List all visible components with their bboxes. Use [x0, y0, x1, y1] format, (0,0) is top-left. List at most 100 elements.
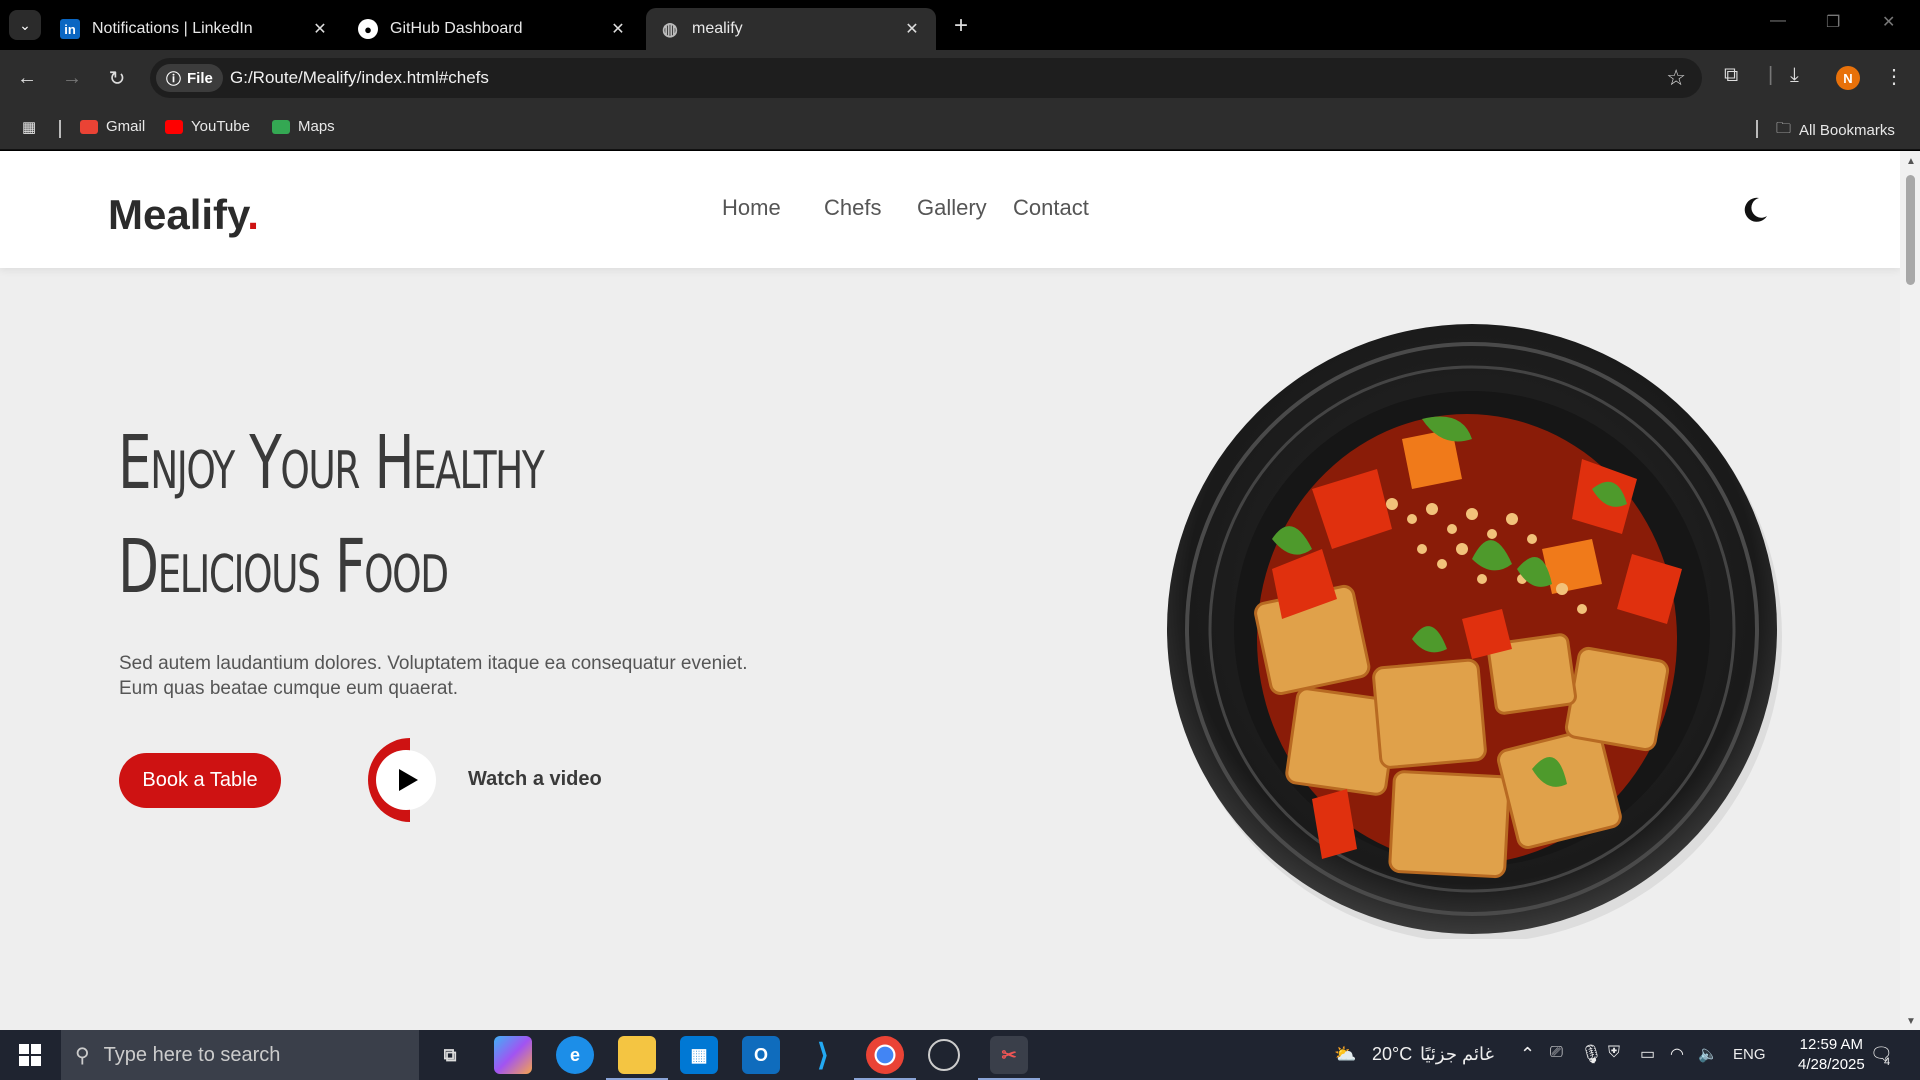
weather-icon[interactable]: ⛅: [1334, 1044, 1356, 1065]
hero-desc-line2: Eum quas beatae cumque eum quaerat.: [119, 678, 459, 699]
bookmark-label: Maps: [298, 118, 335, 135]
forward-button[interactable]: →: [58, 64, 86, 92]
weather-text[interactable]: غائم جزئيًا: [1420, 1044, 1494, 1065]
minimize-icon[interactable]: —: [1770, 12, 1786, 30]
logo-dot: .: [247, 191, 259, 238]
task-view-icon[interactable]: ⧉: [431, 1036, 469, 1074]
logo-text: Mealify: [108, 191, 248, 238]
clock-date: 4/28/2025: [1798, 1056, 1865, 1073]
chevron-up-icon[interactable]: ⌃: [1520, 1044, 1535, 1065]
close-icon[interactable]: ✕: [608, 19, 628, 39]
notification-count: 4: [1884, 1056, 1891, 1068]
store-icon[interactable]: ▦: [680, 1036, 718, 1074]
nav-contact[interactable]: Contact: [1013, 195, 1089, 221]
url-text[interactable]: G:/Route/Mealify/index.html#chefs: [230, 68, 489, 88]
tab-github[interactable]: ● GitHub Dashboard ✕: [344, 8, 642, 50]
search-placeholder: Type here to search: [103, 1043, 281, 1066]
hero-title: Enjoy Your Healthy Delicious Food: [118, 411, 622, 619]
meet-icon[interactable]: ⎚: [1550, 1044, 1563, 1062]
bookmarks-bar: ▦ Gmail YouTube Maps 🗀 All Bookmarks: [0, 106, 1920, 150]
start-button[interactable]: [0, 1030, 60, 1080]
file-explorer-icon[interactable]: [606, 1036, 668, 1080]
web-page: Mealify. Home Chefs Gallery Contact Enjo…: [0, 151, 1900, 1030]
chrome-icon[interactable]: [854, 1036, 916, 1080]
github-icon: ●: [358, 19, 378, 39]
hero-title-line1: Enjoy Your Healthy: [118, 420, 545, 506]
language-indicator[interactable]: ENG: [1733, 1046, 1766, 1063]
obs-icon[interactable]: [928, 1039, 960, 1071]
scroll-up-icon[interactable]: ▲: [1905, 156, 1917, 167]
nav-home[interactable]: Home: [722, 195, 781, 221]
bookmark-gmail[interactable]: Gmail: [80, 118, 145, 135]
scrollbar-thumb[interactable]: [1906, 175, 1915, 285]
watch-video-link[interactable]: Watch a video: [468, 768, 602, 791]
tab-mealify[interactable]: ◍ mealify ✕: [646, 8, 936, 50]
security-icon[interactable]: ⛨: [1608, 1044, 1620, 1062]
apps-icon[interactable]: ▦: [22, 118, 36, 136]
windows-taskbar: ⚲ Type here to search ⧉ e ▦ O ⟩ ✂ ⛅ 20°C…: [0, 1030, 1920, 1080]
folder-icon: 🗀: [1776, 120, 1792, 137]
clock[interactable]: 12:59 AM 4/28/2025: [1798, 1035, 1865, 1075]
restore-icon[interactable]: ❐: [1826, 12, 1840, 32]
reload-button[interactable]: ↻: [103, 64, 131, 92]
tab-strip: ⌄ in Notifications | LinkedIn ✕ ● GitHub…: [0, 0, 1920, 50]
microphone-icon[interactable]: 🎙: [1580, 1044, 1603, 1065]
new-tab-button[interactable]: +: [948, 12, 974, 40]
maps-icon: [272, 119, 290, 134]
bookmark-label: YouTube: [191, 118, 250, 135]
youtube-icon: [165, 119, 183, 134]
gmail-icon: [80, 119, 98, 134]
weather-temp[interactable]: 20°C: [1372, 1044, 1412, 1065]
nav-chefs[interactable]: Chefs: [824, 195, 881, 221]
address-bar[interactable]: ⓘ File G:/Route/Mealify/index.html#chefs…: [150, 58, 1702, 98]
linkedin-icon: in: [60, 19, 80, 39]
bookmark-divider: [59, 120, 61, 138]
hero-food-image: [1167, 324, 1782, 939]
site-logo[interactable]: Mealify.: [108, 191, 259, 239]
book-table-button[interactable]: Book a Table: [119, 753, 281, 808]
site-header: Mealify. Home Chefs Gallery Contact: [0, 151, 1900, 268]
hero-title-line2: Delicious Food: [118, 524, 449, 610]
tab-search-button[interactable]: ⌄: [9, 10, 41, 40]
back-button[interactable]: ←: [13, 64, 41, 92]
download-icon[interactable]: ⤓: [1790, 64, 1799, 87]
vscode-icon[interactable]: ⟩: [804, 1036, 842, 1074]
snipping-tool-icon[interactable]: ✂: [978, 1036, 1040, 1080]
divider: |: [1768, 64, 1774, 86]
wifi-icon[interactable]: ◠: [1670, 1044, 1684, 1064]
globe-icon: ◍: [662, 18, 678, 39]
bookmark-maps[interactable]: Maps: [272, 118, 335, 135]
moon-icon[interactable]: [1740, 195, 1770, 225]
window-close-icon[interactable]: ✕: [1882, 12, 1895, 32]
scroll-down-icon[interactable]: ▼: [1905, 1016, 1917, 1027]
profile-avatar[interactable]: N: [1836, 66, 1860, 90]
nav-gallery[interactable]: Gallery: [917, 195, 987, 221]
menu-icon[interactable]: ⋮: [1884, 64, 1904, 89]
windows-icon: [19, 1044, 41, 1066]
search-icon: ⚲: [75, 1044, 90, 1067]
close-icon[interactable]: ✕: [310, 19, 330, 39]
extensions-icon[interactable]: ⧉: [1724, 64, 1738, 87]
hero-description: Sed autem laudantium dolores. Voluptatem…: [119, 651, 819, 701]
bookmark-label: Gmail: [106, 118, 146, 135]
copilot-icon[interactable]: [494, 1036, 532, 1074]
site-info-chip[interactable]: ⓘ File: [156, 64, 223, 92]
browser-toolbar: ← → ↻ ⓘ File G:/Route/Mealify/index.html…: [0, 50, 1920, 106]
tab-title: mealify: [692, 20, 743, 37]
all-bookmarks-label: All Bookmarks: [1799, 122, 1895, 139]
taskbar-search[interactable]: ⚲ Type here to search: [61, 1030, 419, 1080]
edge-icon[interactable]: e: [556, 1036, 594, 1074]
battery-icon[interactable]: ▭: [1640, 1044, 1655, 1064]
outlook-icon[interactable]: O: [742, 1036, 780, 1074]
info-icon: ⓘ: [166, 70, 182, 88]
bookmark-divider: [1756, 120, 1758, 138]
all-bookmarks[interactable]: 🗀 All Bookmarks: [1776, 118, 1895, 143]
bookmark-youtube[interactable]: YouTube: [165, 118, 250, 135]
tab-linkedin[interactable]: in Notifications | LinkedIn ✕: [46, 8, 344, 50]
tab-title: Notifications | LinkedIn: [92, 20, 253, 37]
bookmark-star-icon[interactable]: ☆: [1666, 65, 1686, 91]
play-video-button[interactable]: [366, 736, 446, 824]
hero-desc-line1: Sed autem laudantium dolores. Voluptatem…: [119, 653, 748, 674]
volume-icon[interactable]: 🔈: [1698, 1044, 1718, 1064]
close-icon[interactable]: ✕: [902, 19, 922, 39]
